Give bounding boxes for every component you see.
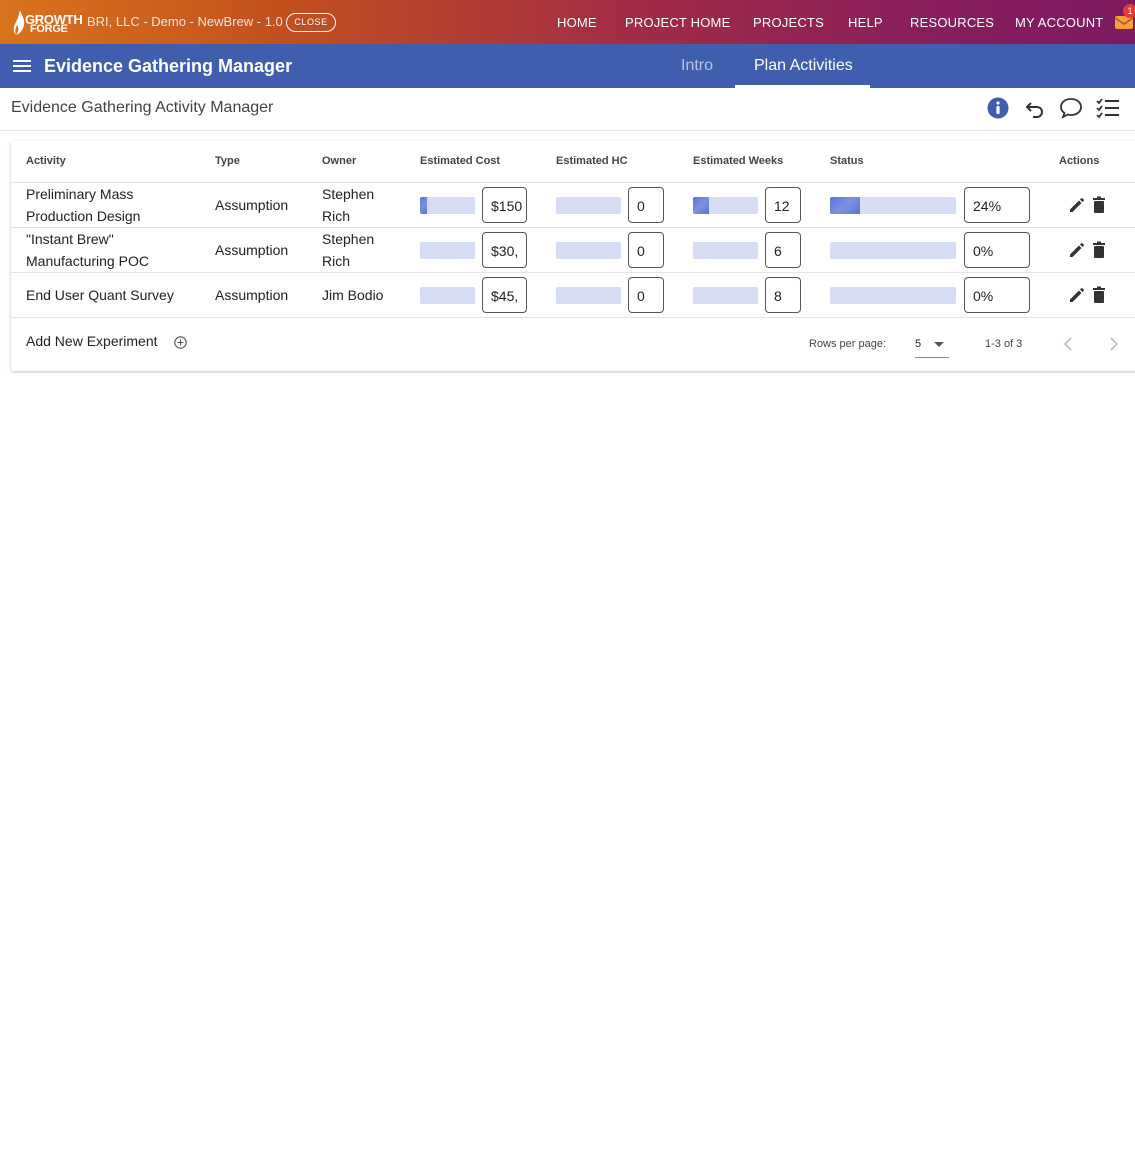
status-input[interactable]: 0% <box>964 232 1030 268</box>
activity-owner: Stephen Rich <box>322 186 375 224</box>
hc-slider[interactable] <box>556 197 621 214</box>
growth-forge-logo[interactable]: GROWTH FORGE <box>13 10 83 36</box>
cost-slider[interactable] <box>420 197 475 214</box>
weeks-slider[interactable] <box>693 197 758 214</box>
activity-name[interactable]: Preliminary Mass Production Design <box>26 183 140 227</box>
row-divider <box>11 272 1135 273</box>
nav-resources[interactable]: RESOURCES <box>910 15 994 30</box>
cost-input[interactable]: $30, <box>482 232 527 268</box>
weeks-input[interactable]: 6 <box>765 232 801 268</box>
cost-input[interactable]: $45, <box>482 277 527 313</box>
pagination-range: 1-3 of 3 <box>985 338 1023 350</box>
checklist-icon[interactable] <box>1096 97 1120 119</box>
weeks-input[interactable]: 12 <box>765 187 801 223</box>
add-circle-icon[interactable] <box>174 336 187 349</box>
header-owner[interactable]: Owner <box>322 155 356 167</box>
activity-name[interactable]: End User Quant Survey <box>26 284 174 306</box>
activity-owner: Stephen Rich <box>322 231 375 269</box>
activity-type: Assumption <box>215 242 289 258</box>
edit-icon[interactable] <box>1068 196 1086 214</box>
status-input[interactable]: 24% <box>964 187 1030 223</box>
delete-icon[interactable] <box>1091 196 1107 214</box>
hamburger-menu-icon[interactable] <box>13 58 31 74</box>
info-icon[interactable] <box>987 97 1009 119</box>
chevron-down-icon[interactable] <box>934 342 944 348</box>
app-title: Evidence Gathering Manager <box>44 56 293 76</box>
nav-projects[interactable]: PROJECTS <box>753 15 824 30</box>
weeks-slider[interactable] <box>693 242 758 259</box>
hc-input[interactable]: 0 <box>628 277 664 313</box>
header-estimated-cost[interactable]: Estimated Cost <box>420 155 500 167</box>
rows-per-page-label: Rows per page: <box>809 338 887 350</box>
app-bar: Evidence Gathering Manager Intro Plan Ac… <box>0 44 1135 88</box>
nav-home[interactable]: HOME <box>557 15 597 30</box>
undo-icon[interactable] <box>1024 97 1046 119</box>
comment-icon[interactable] <box>1059 97 1083 119</box>
row-divider <box>11 317 1135 318</box>
status-slider[interactable] <box>830 242 956 259</box>
header-status[interactable]: Status <box>830 155 864 167</box>
activity-name[interactable]: "Instant Brew" Manufacturing POC <box>26 228 149 272</box>
close-project-button[interactable]: CLOSE <box>286 13 336 32</box>
logo-text-line2: FORGE <box>30 23 68 35</box>
rows-per-page-select[interactable]: 5 <box>915 338 921 350</box>
chevron-right-icon[interactable] <box>1109 337 1119 351</box>
tab-intro[interactable]: Intro <box>681 57 713 75</box>
delete-icon[interactable] <box>1091 286 1107 304</box>
nav-my-account[interactable]: MY ACCOUNT <box>1015 15 1103 30</box>
header-estimated-weeks[interactable]: Estimated Weeks <box>693 155 783 167</box>
hc-slider[interactable] <box>556 242 621 259</box>
project-name: BRI, LLC - Demo - NewBrew - 1.0 <box>87 14 283 29</box>
header-divider <box>11 182 1135 183</box>
cost-slider[interactable] <box>420 287 475 304</box>
select-underline <box>915 357 949 358</box>
weeks-slider[interactable] <box>693 287 758 304</box>
cost-input[interactable]: $150 <box>482 187 527 223</box>
add-new-experiment-button[interactable]: Add New Experiment <box>26 333 158 349</box>
status-slider[interactable] <box>830 287 956 304</box>
hc-input[interactable]: 0 <box>628 232 664 268</box>
activity-table-card: Activity Type Owner Estimated Cost Estim… <box>11 141 1135 371</box>
edit-icon[interactable] <box>1068 241 1086 259</box>
notification-badge: 1 <box>1123 4 1135 18</box>
activity-type: Assumption <box>215 287 289 303</box>
activity-owner: Jim Bodio <box>322 287 384 303</box>
weeks-input[interactable]: 8 <box>765 277 801 313</box>
header-activity[interactable]: Activity <box>26 155 66 167</box>
tab-plan-activities[interactable]: Plan Activities <box>754 57 853 75</box>
hc-input[interactable]: 0 <box>628 187 664 223</box>
status-input[interactable]: 0% <box>964 277 1030 313</box>
delete-icon[interactable] <box>1091 241 1107 259</box>
status-slider[interactable] <box>830 197 956 214</box>
top-navigation-bar: GROWTH FORGE BRI, LLC - Demo - NewBrew -… <box>0 0 1135 44</box>
header-type[interactable]: Type <box>215 155 240 167</box>
activity-type: Assumption <box>215 197 289 213</box>
nav-project-home[interactable]: PROJECT HOME <box>625 15 730 30</box>
chevron-left-icon[interactable] <box>1063 337 1073 351</box>
cost-slider[interactable] <box>420 242 475 259</box>
page-title: Evidence Gathering Activity Manager <box>11 99 274 116</box>
row-divider <box>11 227 1135 228</box>
hc-slider[interactable] <box>556 287 621 304</box>
header-actions: Actions <box>1059 155 1100 167</box>
nav-help[interactable]: HELP <box>848 15 883 30</box>
edit-icon[interactable] <box>1068 286 1086 304</box>
page-header: Evidence Gathering Activity Manager <box>0 88 1135 131</box>
header-estimated-hc[interactable]: Estimated HC <box>556 155 628 167</box>
